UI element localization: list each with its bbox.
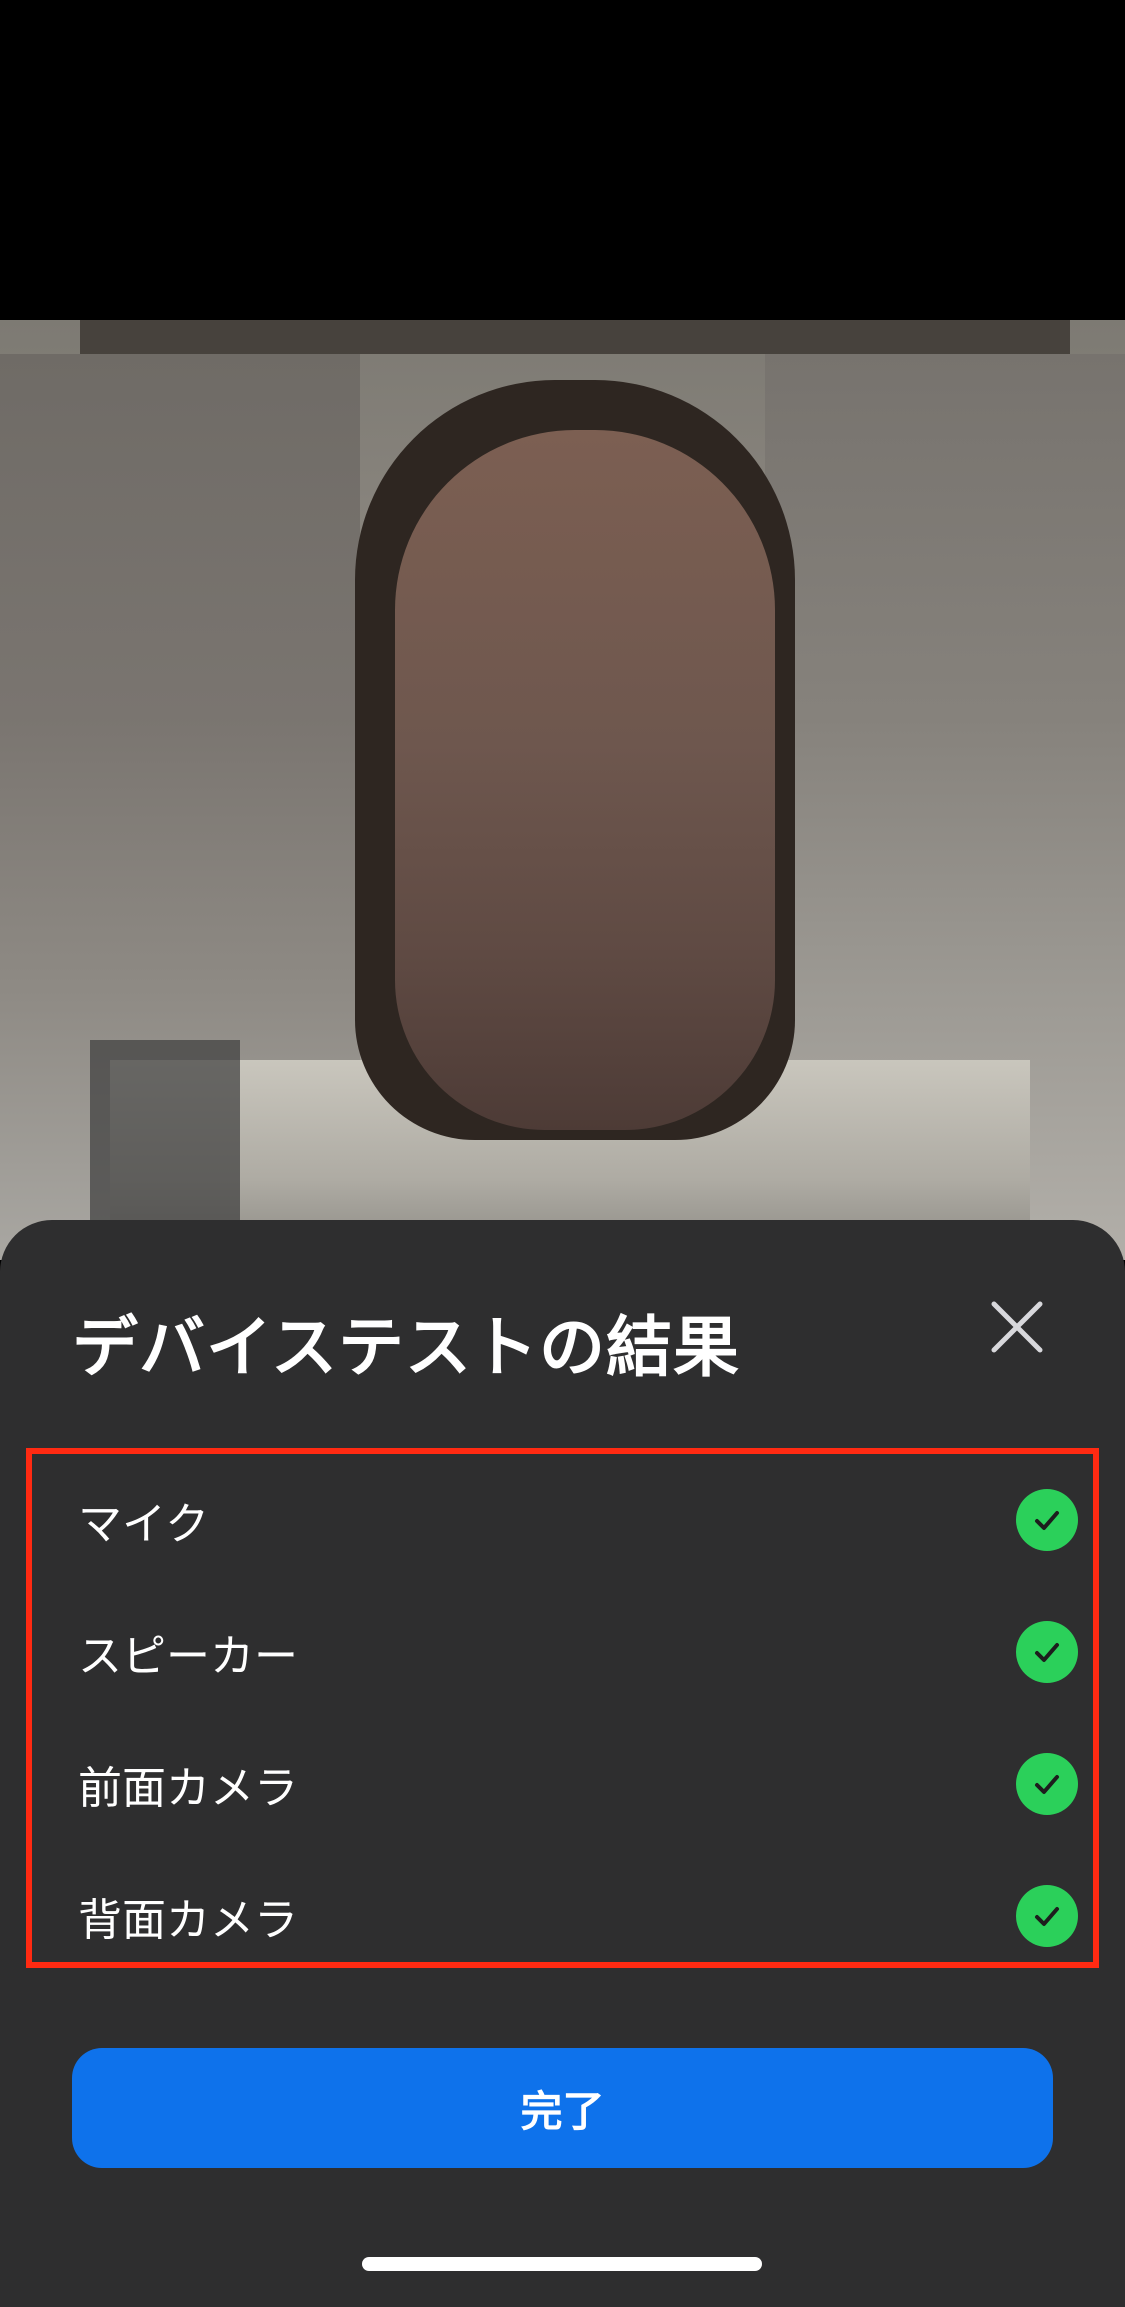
check-icon <box>1016 1753 1078 1815</box>
check-icon <box>1016 1489 1078 1551</box>
close-icon <box>991 1301 1043 1353</box>
result-label: 前面カメラ <box>78 1763 298 1814</box>
home-indicator[interactable] <box>362 2257 762 2271</box>
close-button[interactable] <box>988 1298 1046 1356</box>
result-row-speaker: スピーカー <box>32 1586 1093 1718</box>
results-list: マイク スピーカー 前面カメラ 背面カメラ <box>26 1448 1099 1968</box>
result-row-rear-camera: 背面カメラ <box>32 1850 1093 1982</box>
result-label: 背面カメラ <box>78 1895 298 1946</box>
result-row-microphone: マイク <box>32 1454 1093 1586</box>
check-icon <box>1016 1885 1078 1947</box>
check-icon <box>1016 1621 1078 1683</box>
result-row-front-camera: 前面カメラ <box>32 1718 1093 1850</box>
camera-preview <box>0 320 1125 1260</box>
preview-face <box>395 430 775 1130</box>
sheet-title: デバイステストの結果 <box>72 1309 741 1386</box>
test-results-sheet: デバイステストの結果 マイク スピーカー 前面カメラ 背面カメラ 完了 <box>0 1220 1125 2307</box>
result-label: マイク <box>78 1499 210 1550</box>
preview-top-band <box>80 320 1070 354</box>
done-button[interactable]: 完了 <box>72 2048 1053 2168</box>
result-label: スピーカー <box>78 1631 298 1682</box>
